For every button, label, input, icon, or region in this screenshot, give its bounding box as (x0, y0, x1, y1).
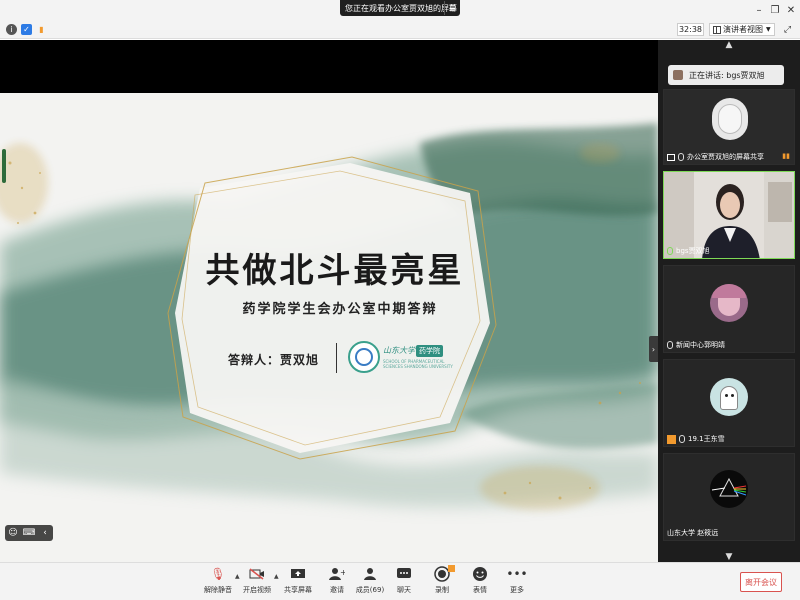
record-button[interactable]: 录制 (423, 566, 461, 599)
mic-muted-icon: 🎙 (210, 567, 226, 581)
title-bar: 您正在观看办公室贾双旭的屏幕 ☰ – ❐ ✕ (0, 0, 800, 20)
keyboard-icon[interactable]: ⌨ (21, 528, 37, 538)
meeting-timer: 32:38 (677, 23, 704, 36)
svg-text:+: + (340, 568, 345, 577)
scroll-down-icon[interactable]: ▼ (658, 552, 800, 562)
minimize-icon[interactable]: – (752, 3, 766, 17)
fullscreen-icon[interactable]: ⤢ (781, 23, 794, 36)
view-mode-button[interactable]: 演讲者视图 ▼ (709, 23, 775, 36)
participant-name: 新闻中心郭明靖 (676, 341, 725, 349)
share-screen-button[interactable]: 共享屏幕 (279, 566, 317, 599)
grid-icon (713, 25, 721, 34)
unmute-button[interactable]: 🎙 解除静音 (199, 566, 237, 599)
active-speaker-banner: 正在讲话: bgs贾双旭 (668, 65, 784, 85)
speaker-avatar (673, 70, 683, 80)
divider (336, 343, 337, 373)
avatar (710, 470, 748, 508)
scroll-up-icon[interactable]: ▲ (658, 40, 800, 50)
avatar (710, 284, 748, 322)
camera-off-icon (249, 566, 265, 582)
presentation-slide: 共做北斗最亮星 药学院学生会办公室中期答辩 答辩人：贾双旭 山东大学 药学院 S… (0, 93, 658, 563)
info-bar: i ✓ ▮ 32:38 演讲者视图 ▼ ⤢ (0, 20, 800, 39)
participant-tile[interactable]: 办公室贾双旭的屏幕共享 ▮▮ (663, 89, 795, 165)
emoji-icon (472, 566, 488, 582)
slide-title: 共做北斗最亮星 (205, 251, 465, 291)
screen-share-notice[interactable]: 您正在观看办公室贾双旭的屏幕 ☰ (340, 0, 460, 16)
mic-icon (667, 247, 673, 255)
smile-icon[interactable]: ☺ (5, 528, 21, 538)
signal-icon: ▮▮ (782, 152, 790, 160)
members-icon (362, 566, 378, 582)
more-button[interactable]: ••• 更多 (498, 566, 536, 599)
slide-edge-marker (2, 149, 6, 183)
slide-subtitle: 药学院学生会办公室中期答辩 (242, 302, 438, 317)
chevron-down-icon: ▼ (766, 26, 771, 33)
participant-name: 19.1王东雪 (688, 435, 725, 443)
participant-name: bgs贾双旭 (676, 247, 710, 255)
start-video-button[interactable]: 开启视频 (238, 566, 276, 599)
collapse-sidebar-icon[interactable]: › (649, 336, 658, 362)
avatar (712, 98, 748, 140)
new-badge (448, 565, 455, 572)
close-icon[interactable]: ✕ (784, 3, 798, 17)
participant-name: 山东大学 赵筱远 (667, 529, 719, 537)
avatar (710, 378, 748, 416)
info-icon[interactable]: i (6, 24, 17, 35)
members-button[interactable]: 成员(69) (351, 566, 389, 599)
annotation-controls[interactable]: ☺ ⌨ ‹ (5, 525, 53, 541)
share-screen-icon (290, 566, 306, 582)
view-mode-label: 演讲者视图 (723, 25, 763, 34)
participant-name: 办公室贾双旭的屏幕共享 (687, 153, 764, 161)
share-notice-text: 您正在观看办公室贾双旭的屏幕 (345, 3, 457, 13)
signal-icon[interactable]: ▮ (36, 24, 47, 35)
restore-icon[interactable]: ❐ (768, 3, 782, 17)
share-screen-icon (667, 153, 675, 161)
mic-icon (667, 341, 673, 349)
school-tag: 药学院 (416, 345, 443, 357)
speaking-label: 正在讲话: bgs贾双旭 (689, 70, 765, 80)
participant-tile[interactable]: 山东大学 赵筱远 (663, 453, 795, 541)
ink-wash-background (0, 93, 658, 563)
chat-icon (396, 566, 412, 582)
user-icon (667, 434, 676, 444)
participant-tile[interactable]: bgs贾双旭 (663, 171, 795, 259)
university-logo (348, 341, 380, 373)
participant-tile[interactable]: 19.1王东雪 (663, 359, 795, 447)
more-icon: ••• (506, 567, 528, 581)
shared-screen-area: 共做北斗最亮星 药学院学生会办公室中期答辩 答辩人：贾双旭 山东大学 药学院 S… (0, 40, 658, 563)
leave-meeting-button[interactable]: 离开会议 (740, 572, 782, 592)
invite-icon: + (329, 566, 345, 582)
school-name: 山东大学 (383, 346, 415, 355)
mic-icon (678, 153, 684, 161)
menu-icon[interactable]: ☰ (444, 1, 460, 15)
participant-tile[interactable]: 新闻中心郭明靖 (663, 265, 795, 353)
slide-presenter: 答辩人：贾双旭 (228, 353, 320, 367)
school-english: SCHOOL OF PHARMACEUTICAL SCIENCES SHANDO… (383, 359, 453, 369)
mic-icon (679, 435, 685, 443)
meeting-toolbar: 🎙 解除静音 ▲ 开启视频 ▲ 共享屏幕 + 邀请 成员(69) 聊天 录制 表… (0, 562, 800, 600)
caret-up-icon[interactable]: ▲ (274, 573, 279, 580)
emoji-button[interactable]: 表情 (461, 566, 499, 599)
chevron-left-icon[interactable]: ‹ (37, 528, 53, 538)
chat-button[interactable]: 聊天 (385, 566, 423, 599)
shield-icon[interactable]: ✓ (21, 24, 32, 35)
